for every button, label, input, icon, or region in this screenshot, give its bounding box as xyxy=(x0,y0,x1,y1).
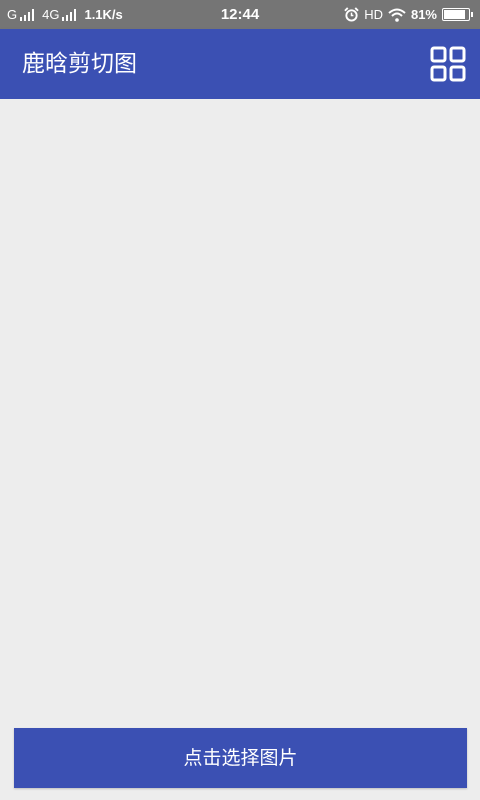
wifi-icon xyxy=(388,8,406,22)
status-right: HD 81% xyxy=(339,0,473,29)
app-title: 鹿晗剪切图 xyxy=(22,51,137,77)
battery-percent: 81% xyxy=(410,7,437,22)
hd-label: HD xyxy=(364,7,383,22)
image-preview-area xyxy=(0,99,480,800)
alarm-icon xyxy=(344,7,359,22)
battery-icon xyxy=(442,8,473,21)
grid-icon[interactable] xyxy=(430,46,466,82)
select-image-button[interactable]: 点击选择图片 xyxy=(14,728,467,788)
status-bar: G 4G 1.1K/s 12:44 HD 81% xyxy=(0,0,480,29)
app-bar: 鹿晗剪切图 xyxy=(0,29,480,99)
